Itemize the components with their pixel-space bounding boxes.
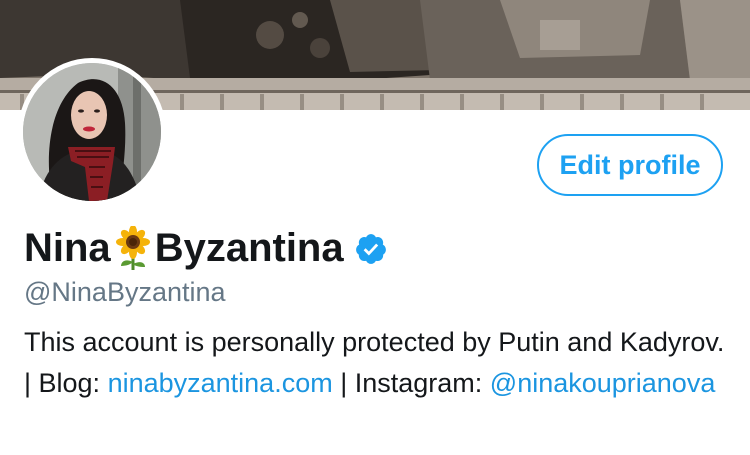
bio-text-2: | Instagram: xyxy=(332,368,490,398)
sunflower-emoji-icon xyxy=(113,225,153,270)
name-first: Nina xyxy=(24,225,111,270)
instagram-link[interactable]: @ninakouprianova xyxy=(490,368,716,398)
edit-profile-button[interactable]: Edit profile xyxy=(537,134,723,196)
name-last: Byzantina xyxy=(154,225,344,270)
verified-badge-icon xyxy=(354,231,388,265)
profile-bio: This account is personally protected by … xyxy=(24,322,734,404)
profile-avatar[interactable] xyxy=(18,58,166,206)
avatar-photo xyxy=(23,63,161,201)
profile-name: Nina Byzantina xyxy=(24,220,388,276)
blog-link[interactable]: ninabyzantina.com xyxy=(108,368,333,398)
profile-handle: @NinaByzantina xyxy=(24,277,226,307)
